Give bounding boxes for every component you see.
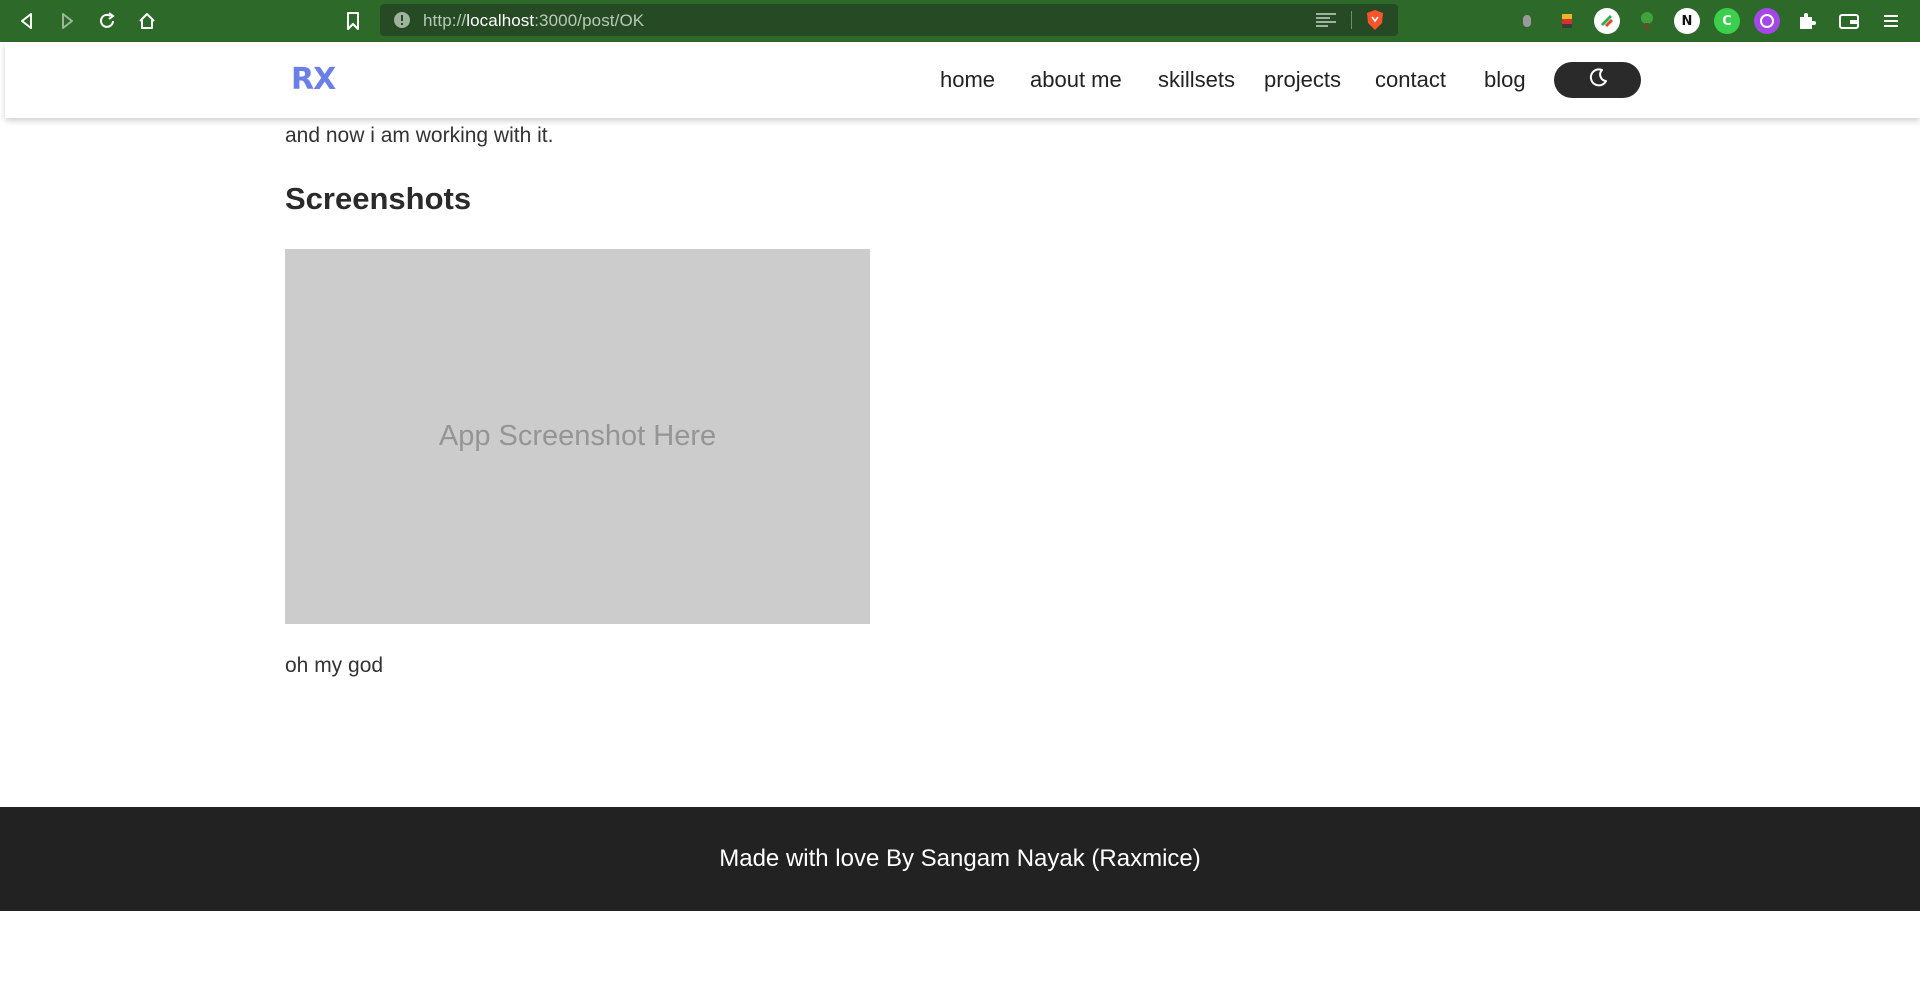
reader-mode-icon[interactable] bbox=[1316, 12, 1336, 32]
url-divider bbox=[1351, 11, 1352, 29]
reload-icon[interactable] bbox=[94, 9, 120, 33]
extension-icon[interactable] bbox=[1754, 8, 1780, 34]
extension-label: C bbox=[1722, 13, 1732, 29]
url-text: http://localhost:3000/post/OK bbox=[423, 11, 645, 30]
home-icon[interactable] bbox=[134, 9, 160, 33]
browser-toolbar: http://localhost:3000/post/OK N C bbox=[0, 0, 1920, 42]
extension-label: N bbox=[1681, 13, 1693, 29]
extension-icon[interactable]: N bbox=[1674, 8, 1700, 34]
forward-icon[interactable] bbox=[54, 9, 80, 33]
nav-link-projects[interactable]: projects bbox=[1264, 67, 1341, 93]
post-paragraph: oh my god bbox=[285, 654, 384, 677]
theme-toggle-button[interactable] bbox=[1554, 62, 1641, 98]
menu-icon[interactable] bbox=[1878, 8, 1904, 34]
bookmark-icon[interactable] bbox=[340, 9, 366, 33]
site-header: RX home about me skillsets projects cont… bbox=[5, 42, 1920, 118]
site-info-icon[interactable] bbox=[393, 11, 411, 33]
footer-text: Made with love By Sangam Nayak (Raxmice) bbox=[719, 845, 1201, 872]
extension-icon[interactable] bbox=[1514, 8, 1540, 34]
nav-link-home[interactable]: home bbox=[940, 67, 995, 93]
site-footer: Made with love By Sangam Nayak (Raxmice) bbox=[0, 807, 1920, 911]
extension-icon[interactable] bbox=[1594, 8, 1620, 34]
nav-link-skillsets[interactable]: skillsets bbox=[1158, 67, 1235, 93]
address-bar[interactable]: http://localhost:3000/post/OK bbox=[380, 4, 1398, 36]
post-paragraph: and now i am working with it. bbox=[285, 124, 554, 147]
extensions-puzzle-icon[interactable] bbox=[1794, 8, 1820, 34]
extension-icon[interactable] bbox=[1554, 8, 1580, 34]
nav-link-blog[interactable]: blog bbox=[1484, 67, 1526, 93]
brave-shield-icon[interactable] bbox=[1365, 9, 1385, 35]
placeholder-text: App Screenshot Here bbox=[438, 420, 717, 452]
wallet-icon[interactable] bbox=[1836, 8, 1862, 34]
extension-icon[interactable]: C bbox=[1714, 8, 1740, 34]
site-logo[interactable]: RX bbox=[291, 62, 336, 97]
moon-icon bbox=[1587, 67, 1609, 93]
nav-link-about-me[interactable]: about me bbox=[1030, 67, 1122, 93]
nav-link-contact[interactable]: contact bbox=[1375, 67, 1446, 93]
screenshot-placeholder-image: App Screenshot Here bbox=[285, 249, 870, 624]
back-icon[interactable] bbox=[14, 9, 40, 33]
section-title: Screenshots bbox=[285, 181, 472, 216]
extension-icon[interactable] bbox=[1634, 8, 1660, 34]
